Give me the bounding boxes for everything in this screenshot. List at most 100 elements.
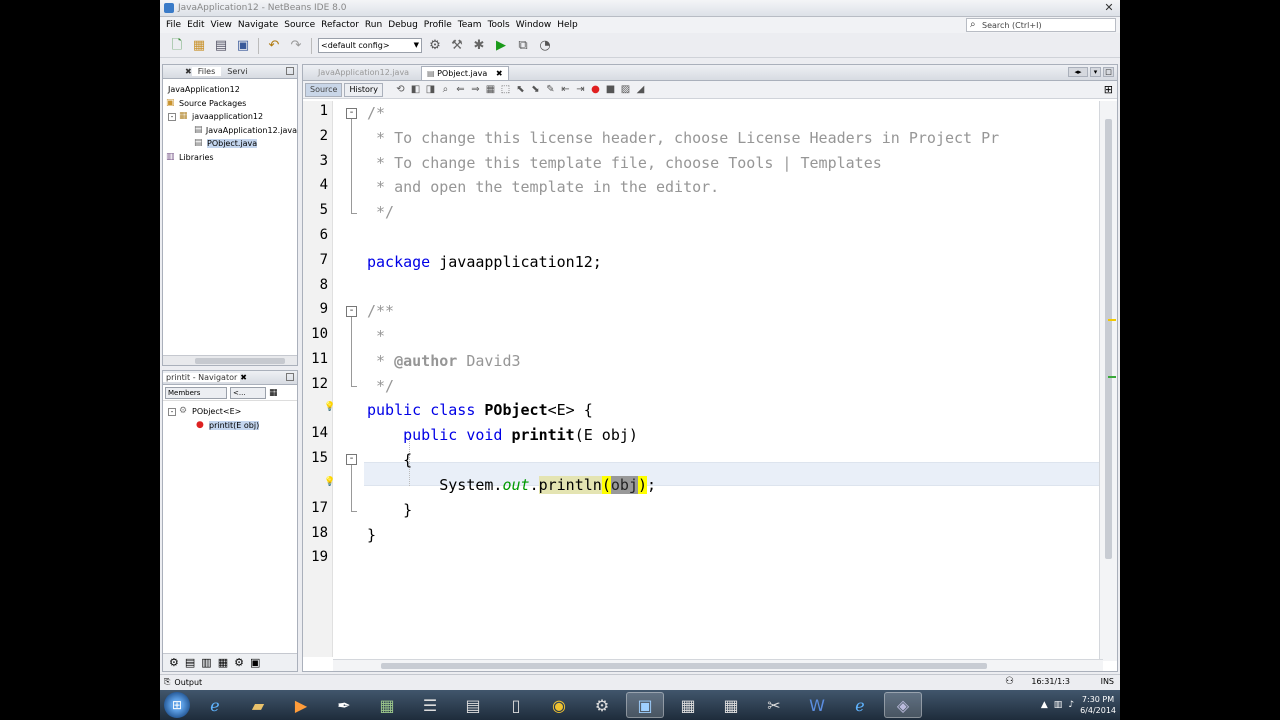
static-icon[interactable]: ▥ — [201, 656, 211, 669]
menu-file[interactable]: File — [163, 20, 184, 30]
find-prev-icon[interactable]: ⇐ — [455, 84, 466, 96]
scroll-thumb[interactable] — [1105, 119, 1112, 559]
shift-left-icon[interactable]: ⇤ — [560, 84, 571, 96]
maximize-icon[interactable]: □ — [1103, 67, 1114, 77]
history-mode-button[interactable]: History — [344, 82, 383, 97]
save-all-icon[interactable]: ▣ — [234, 37, 252, 55]
debug-icon[interactable]: ⧉ — [514, 37, 532, 55]
menu-tools[interactable]: Tools — [485, 20, 513, 30]
close-icon[interactable]: ✖ — [163, 67, 192, 76]
explorer-folder-icon[interactable]: ▰ — [239, 692, 277, 718]
media-player-icon[interactable]: ▶ — [282, 692, 320, 718]
comment-icon[interactable]: ▨ — [620, 84, 631, 96]
menu-source[interactable]: Source — [281, 20, 318, 30]
tree-item-java-file-selected[interactable]: ▤ PObject.java — [166, 137, 297, 151]
inner-icon[interactable]: ▦ — [218, 656, 228, 669]
new-project-icon[interactable]: ▦ — [190, 37, 208, 55]
tab-files[interactable]: Files — [191, 67, 222, 76]
run-icon[interactable]: ▶ — [492, 37, 510, 55]
horizontal-scrollbar[interactable] — [333, 659, 1103, 671]
app-icon[interactable]: ✒ — [325, 692, 363, 718]
tree-item-source-packages[interactable]: ▣ Source Packages — [166, 97, 297, 111]
lightbulb-icon[interactable]: 💡 — [324, 402, 335, 412]
tab-list-icon[interactable]: ▾ — [1090, 67, 1101, 77]
vertical-scrollbar[interactable] — [1099, 101, 1117, 661]
tray-arrow-icon[interactable]: ▲ — [1041, 700, 1048, 710]
collapse-toggle[interactable]: - — [168, 407, 176, 416]
menu-team[interactable]: Team — [455, 20, 485, 30]
config-gear-icon[interactable]: ⚙ — [426, 37, 444, 55]
error-stripe-marker[interactable] — [1108, 319, 1116, 321]
tab-javaapplication12[interactable]: JavaApplication12.java — [313, 66, 414, 80]
nav-item-method[interactable]: ● printit(E obj) — [166, 419, 297, 433]
tab-navigator[interactable]: printit - Navigator — [163, 373, 241, 382]
ie-icon[interactable]: ℯ — [196, 692, 234, 718]
menu-navigate[interactable]: Navigate — [235, 20, 281, 30]
app-icon[interactable]: ▦ — [712, 692, 750, 718]
close-icon[interactable]: ✖ — [240, 373, 247, 382]
tree-item-project[interactable]: JavaApplication12 — [166, 83, 297, 97]
new-file-icon[interactable]: 🗋 — [168, 37, 186, 55]
horizontal-scrollbar[interactable] — [163, 355, 297, 365]
close-tab-icon[interactable]: ✖ — [496, 69, 503, 78]
fields-icon[interactable]: ▤ — [185, 656, 195, 669]
app-icon[interactable]: ⚙ — [583, 692, 621, 718]
fold-toggle[interactable]: - — [346, 454, 357, 465]
code-area[interactable]: 1 2 3 4 5 6 7 8 9 10 11 12 💡 14 15 💡 17 … — [303, 101, 1099, 657]
filter-icon[interactable]: ▦ — [269, 388, 278, 398]
config-select[interactable]: <default config> ▼ — [318, 38, 422, 53]
uncomment-icon[interactable]: ◢ — [635, 84, 646, 96]
last-edit-icon[interactable]: ⟲ — [395, 84, 406, 96]
hierarchy-icon[interactable]: ⚙ — [169, 656, 179, 669]
ie-icon[interactable]: ℯ — [841, 692, 879, 718]
app-icon[interactable]: ✂ — [755, 692, 793, 718]
chrome-icon[interactable]: ◉ — [540, 692, 578, 718]
scroll-thumb[interactable] — [381, 663, 987, 669]
menu-help[interactable]: Help — [554, 20, 581, 30]
filter-icon[interactable]: ▣ — [250, 656, 260, 669]
clock[interactable]: 7:30 PM 6/4/2014 — [1080, 694, 1116, 716]
scroll-thumb[interactable] — [195, 358, 285, 364]
undo-icon[interactable]: ↶ — [265, 37, 283, 55]
forward-icon[interactable]: ◨ — [425, 84, 436, 96]
netbeans-task-icon[interactable]: ▣ — [626, 692, 664, 718]
lightbulb-icon[interactable]: 💡 — [324, 477, 335, 487]
menu-window[interactable]: Window — [513, 20, 555, 30]
virtualbox-icon[interactable]: ◈ — [884, 692, 922, 718]
redo-icon[interactable]: ↷ — [287, 37, 305, 55]
scroll-tabs-icon[interactable]: ◂▸ — [1068, 67, 1088, 77]
close-window-button[interactable]: ✕ — [1100, 1, 1118, 15]
record-macro-icon[interactable]: ● — [590, 84, 601, 96]
toggle-highlight-icon[interactable]: ▦ — [485, 84, 496, 96]
tab-pobject[interactable]: ▤ PObject.java ✖ — [421, 66, 509, 80]
fold-toggle[interactable]: - — [346, 108, 357, 119]
tree-item-java-file[interactable]: ▤ JavaApplication12.java — [166, 124, 297, 138]
open-project-icon[interactable]: ▤ — [212, 37, 230, 55]
prev-bookmark-icon[interactable]: ⬉ — [515, 84, 526, 96]
output-button[interactable]: ⎘ Output — [164, 677, 202, 687]
minimize-icon[interactable] — [286, 67, 294, 75]
word-icon[interactable]: W — [798, 692, 836, 718]
tab-services[interactable]: Servi — [221, 67, 253, 76]
menu-run[interactable]: Run — [362, 20, 385, 30]
menu-profile[interactable]: Profile — [421, 20, 455, 30]
app-icon[interactable]: ▦ — [368, 692, 406, 718]
calculator-icon[interactable]: ▤ — [454, 692, 492, 718]
back-icon[interactable]: ◧ — [410, 84, 421, 96]
nav-item-class[interactable]: - ⚙ PObject<E> — [166, 405, 297, 419]
build-hammer-icon[interactable]: ⚒ — [448, 37, 466, 55]
quick-search-input[interactable]: ⌕ Search (Ctrl+I) — [966, 18, 1116, 32]
next-bookmark-icon[interactable]: ⬊ — [530, 84, 541, 96]
shift-right-icon[interactable]: ⇥ — [575, 84, 586, 96]
menu-refactor[interactable]: Refactor — [318, 20, 362, 30]
source-mode-button[interactable]: Source — [305, 82, 343, 97]
app-icon[interactable]: ▦ — [669, 692, 707, 718]
start-button[interactable]: ⊞ — [164, 692, 190, 718]
scope-select[interactable]: <... — [230, 386, 266, 399]
tree-item-package[interactable]: - ▦ javaapplication12 — [166, 110, 297, 124]
members-select[interactable]: Members — [165, 386, 227, 399]
network-icon[interactable]: ▥ — [1054, 700, 1063, 710]
menu-edit[interactable]: Edit — [184, 20, 207, 30]
app-icon[interactable]: ▯ — [497, 692, 535, 718]
toggle-bookmark-icon[interactable]: ✎ — [545, 84, 556, 96]
